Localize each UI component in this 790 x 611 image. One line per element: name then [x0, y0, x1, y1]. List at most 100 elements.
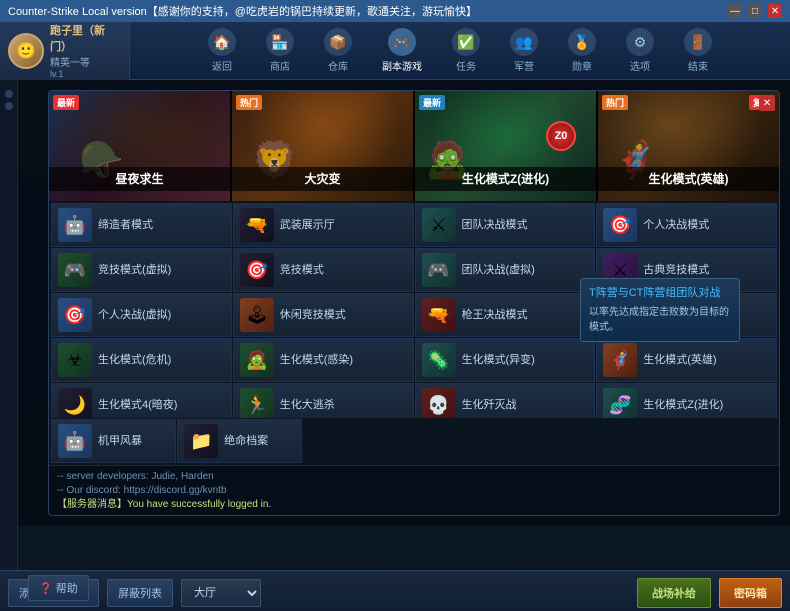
mode-cell-bio-hero[interactable]: 🦸 生化模式(英雄) [596, 338, 777, 382]
mode-icon-bio-escape: 🏃 [240, 388, 274, 418]
block-list-button[interactable]: 屏蔽列表 [107, 579, 173, 607]
mode-icon-mech: 🤖 [58, 424, 92, 458]
mode-icon-solo-battle: 🎯 [603, 208, 637, 242]
mode-name-classic: 古典竞技模式 [643, 263, 709, 277]
nav-medal[interactable]: 🏅 勋章 [562, 24, 602, 77]
mode-name-casual: 休闲竞技模式 [280, 308, 346, 322]
nav-home[interactable]: 🏠 返回 [202, 24, 242, 77]
mode-name-dead: 绝命档案 [224, 434, 268, 448]
mode-name-comp-virt: 竞技模式(虚拟) [98, 263, 171, 277]
banner-item-4[interactable]: 热门 复仇 🦸 生化模式(英雄) [598, 91, 779, 201]
banner-item-2[interactable]: 热门 🦁 大灾变 [232, 91, 413, 201]
mode-cell-casual[interactable]: 🕹 休闲竞技模式 [233, 293, 414, 337]
title-bar: Counter-Strike Local version【感谢你的支持，@吃虎岩… [0, 0, 790, 22]
storage-icon: 📦 [324, 28, 352, 56]
z-badge: Z0 [546, 121, 576, 151]
close-button[interactable]: ✕ [768, 4, 782, 18]
mode-icon-gunking: 🔫 [422, 298, 456, 332]
mode-name-weapons: 武装展示厅 [280, 218, 335, 232]
mode-icon-comp: 🎯 [240, 253, 274, 287]
dungeon-icon: 🎮 [388, 28, 416, 56]
mode-icon-builder: 🤖 [58, 208, 92, 242]
bottom-bar: 添加/通过好友 屏蔽列表 大厅 战场补给 密码箱 [0, 570, 790, 611]
banner-item-3[interactable]: 最新 Z0 🧟 生化模式Z(进化) [415, 91, 596, 201]
app-container: 🙂 跑子里（新门） 精英一等 lv.1 🏠 返回 🏪 商店 📦 仓库 🎮 [0, 22, 790, 611]
chat-line-1: -- server developers: Judie, Harden [57, 470, 771, 484]
quest-icon: ✅ [452, 28, 480, 56]
tooltip-title: T阵营与CT阵营组团队对战 [589, 285, 731, 302]
mode-name-solo-virt: 个人决战(虚拟) [98, 308, 171, 322]
mode-cell-mech[interactable]: 🤖 机甲风暴 [51, 419, 176, 463]
mode-icon-bio-mutant: 🦠 [422, 343, 456, 377]
nav-quest[interactable]: ✅ 任务 [446, 24, 486, 77]
mode-icon-team-virt: 🎮 [422, 253, 456, 287]
rail-dot-2 [5, 102, 13, 110]
mode-cell-bio-infect[interactable]: 🧟 生化模式(感染) [233, 338, 414, 382]
match-button[interactable]: 密码箱 [719, 578, 782, 608]
user-name: 跑子里（新门） [50, 22, 121, 54]
banner-item-1[interactable]: 最新 🪖 昼夜求生 [49, 91, 230, 201]
banner-badge-2: 热门 [236, 95, 262, 110]
mode-cell-comp-virt[interactable]: 🎮 竞技模式(虚拟) [51, 248, 232, 292]
nav-exit[interactable]: 🚪 结束 [678, 24, 718, 77]
mode-name-bio-infect: 生化模式(感染) [280, 353, 353, 367]
mode-name-bio-escape: 生化大逃杀 [280, 398, 335, 412]
banner-label-1: 昼夜求生 [115, 172, 163, 186]
mode-cell-bio-mutant[interactable]: 🦠 生化模式(异变) [415, 338, 596, 382]
mode-icon-bio-crisis: ☣ [58, 343, 92, 377]
nav-settings[interactable]: ⚙ 选项 [620, 24, 660, 77]
mode-icon-bio-z: 🧬 [603, 388, 637, 418]
banner-label-4: 生化模式(英雄) [649, 172, 729, 186]
mode-cell-bio-z[interactable]: 🧬 生化模式Z(进化) [596, 383, 777, 418]
banner-badge-1: 最新 [53, 95, 79, 110]
mode-cell-solo-battle[interactable]: 🎯 个人决战模式 [596, 203, 777, 247]
exit-icon: 🚪 [684, 28, 712, 56]
shop-icon: 🏪 [266, 28, 294, 56]
mode-cell-dead[interactable]: 📁 绝命档案 [177, 419, 302, 463]
medal-icon: 🏅 [568, 28, 596, 56]
mode-cell-bio-annihilate[interactable]: 💀 生化歼灭战 [415, 383, 596, 418]
mode-cell-bio-escape[interactable]: 🏃 生化大逃杀 [233, 383, 414, 418]
banner-label-3: 生化模式Z(进化) [462, 172, 549, 186]
mode-cell-builder[interactable]: 🤖 缔造者模式 [51, 203, 232, 247]
window-controls: — □ ✕ [728, 4, 782, 18]
nav-dungeon[interactable]: 🎮 副本游戏 [376, 24, 428, 77]
minimize-button[interactable]: — [728, 4, 742, 18]
nav-storage[interactable]: 📦 仓库 [318, 24, 358, 77]
nav-shop[interactable]: 🏪 商店 [260, 24, 300, 77]
mode-cell-solo-virt[interactable]: 🎯 个人决战(虚拟) [51, 293, 232, 337]
mode-cell-bio4-dark[interactable]: 🌙 生化模式4(暗夜) [51, 383, 232, 418]
tooltip: T阵营与CT阵营组团队对战 以率先达成指定击败数为目标的模式。 [580, 278, 740, 342]
help-button[interactable]: ❓ 帮助 [28, 575, 89, 601]
banner-section: 最新 🪖 昼夜求生 热门 🦁 大灾变 最新 [49, 91, 779, 201]
mode-cell-empty-2 [541, 419, 777, 463]
mode-name-team-battle: 团队决战模式 [462, 218, 528, 232]
user-panel[interactable]: 🙂 跑子里（新门） 精英一等 lv.1 [0, 22, 130, 80]
server-select[interactable]: 大厅 [181, 579, 261, 607]
mode-icon-casual: 🕹 [240, 298, 274, 332]
user-level: lv.1 [50, 69, 121, 79]
mode-name-bio-crisis: 生化模式(危机) [98, 353, 171, 367]
user-rank: 精英一等 [50, 54, 121, 69]
window-title: Counter-Strike Local version【感谢你的支持，@吃虎岩… [8, 3, 477, 19]
maximize-button[interactable]: □ [748, 4, 762, 18]
mode-name-bio-z: 生化模式Z(进化) [643, 398, 723, 412]
mode-cell-gunking[interactable]: 🔫 枪王决战模式 [415, 293, 596, 337]
top-nav: 🙂 跑子里（新门） 精英一等 lv.1 🏠 返回 🏪 商店 📦 仓库 🎮 [0, 22, 790, 80]
mode-name-bio4-dark: 生化模式4(暗夜) [98, 398, 177, 412]
mode-icon-bio4-dark: 🌙 [58, 388, 92, 418]
mode-name-solo-battle: 个人决战模式 [643, 218, 709, 232]
avatar: 🙂 [8, 33, 44, 69]
mode-icon-team-battle: ⚔ [422, 208, 456, 242]
mode-cell-comp[interactable]: 🎯 竞技模式 [233, 248, 414, 292]
mode-cell-weapons[interactable]: 🔫 武装展示厅 [233, 203, 414, 247]
chat-line-3: 【服务器消息】You have successfully logged in. [57, 498, 771, 512]
mode-cell-bio-crisis[interactable]: ☣ 生化模式(危机) [51, 338, 232, 382]
nav-icons: 🏠 返回 🏪 商店 📦 仓库 🎮 副本游戏 ✅ 任务 👥 军营 [130, 24, 790, 77]
mode-cell-team-virt[interactable]: 🎮 团队决战(虚拟) [415, 248, 596, 292]
mode-icon-solo-virt: 🎯 [58, 298, 92, 332]
modal-close-button[interactable]: ✕ [759, 95, 775, 111]
nav-military[interactable]: 👥 军营 [504, 24, 544, 77]
mode-cell-team-battle[interactable]: ⚔ 团队决战模式 [415, 203, 596, 247]
battle-supply-button[interactable]: 战场补给 [637, 578, 711, 608]
